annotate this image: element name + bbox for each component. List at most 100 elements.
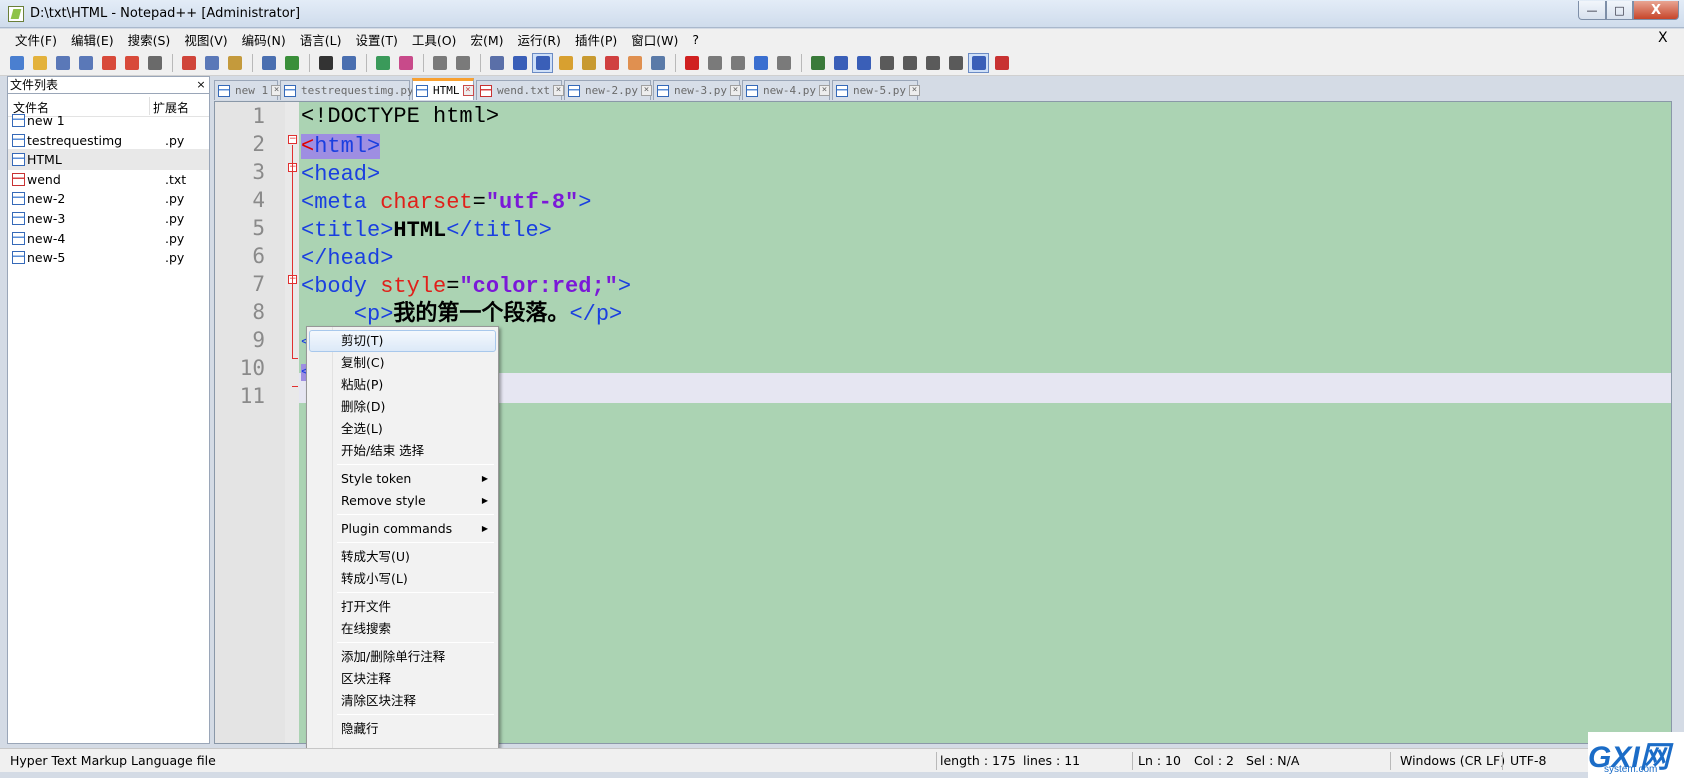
function-list-button[interactable] bbox=[601, 53, 622, 73]
context-menu-item[interactable]: 剪切(T) bbox=[309, 330, 496, 352]
context-menu-item[interactable]: 转成小写(L) bbox=[309, 568, 496, 590]
copy-button[interactable] bbox=[201, 53, 222, 73]
menu-item-1[interactable]: 编辑(E) bbox=[64, 30, 121, 49]
context-menu-item[interactable]: Style token ▶ bbox=[309, 468, 496, 490]
sync-horizontal-button[interactable] bbox=[452, 53, 473, 73]
panel-close-icon[interactable]: × bbox=[194, 77, 208, 93]
context-menu-item[interactable]: Remove style ▶ bbox=[309, 490, 496, 512]
context-menu-item[interactable]: 区块注释 bbox=[309, 668, 496, 690]
close-document-button[interactable]: X bbox=[1658, 30, 1668, 46]
save-macro-button[interactable] bbox=[773, 53, 794, 73]
play-macro-button[interactable] bbox=[727, 53, 748, 73]
cut-button[interactable] bbox=[178, 53, 199, 73]
file-list-item[interactable]: wend .txt bbox=[8, 169, 209, 190]
tab-4[interactable]: new-2.py × bbox=[564, 80, 652, 100]
menu-item-11[interactable]: 窗口(W) bbox=[624, 30, 685, 49]
udl-button[interactable] bbox=[555, 53, 576, 73]
paste-button[interactable] bbox=[224, 53, 245, 73]
doc-map-button[interactable] bbox=[578, 53, 599, 73]
plugin-e-button[interactable] bbox=[945, 53, 966, 73]
context-menu-item[interactable]: 打开文件 bbox=[309, 596, 496, 618]
zoom-in-button[interactable] bbox=[372, 53, 393, 73]
close-all-button[interactable] bbox=[121, 53, 142, 73]
context-menu-item[interactable]: 复制(C) bbox=[309, 352, 496, 374]
context-menu-item[interactable]: 全选(L) bbox=[309, 418, 496, 440]
tab-close-icon[interactable]: × bbox=[908, 85, 920, 96]
menu-item-6[interactable]: 设置(T) bbox=[348, 30, 404, 49]
spell-check-button[interactable] bbox=[991, 53, 1012, 73]
replace-button[interactable] bbox=[338, 53, 359, 73]
undo-button[interactable] bbox=[258, 53, 279, 73]
tab-close-icon[interactable]: × bbox=[462, 85, 474, 96]
menu-item-0[interactable]: 文件(F) bbox=[8, 30, 64, 49]
context-menu-item[interactable]: Plugin commands ▶ bbox=[309, 518, 496, 540]
context-menu-item[interactable]: 添加/删除单行注释 bbox=[309, 646, 496, 668]
menu-item-7[interactable]: 工具(O) bbox=[405, 30, 464, 49]
context-menu-item[interactable]: 开始/结束 选择 bbox=[309, 440, 496, 462]
stop-record-button[interactable] bbox=[704, 53, 725, 73]
redo-button[interactable] bbox=[281, 53, 302, 73]
context-menu-item[interactable]: 转成大写(U) bbox=[309, 546, 496, 568]
tab-2[interactable]: HTML × bbox=[412, 78, 474, 100]
context-menu-item[interactable]: 在线搜索 bbox=[309, 618, 496, 640]
tab-close-icon[interactable]: × bbox=[640, 85, 652, 96]
menu-item-3[interactable]: 视图(V) bbox=[177, 30, 234, 49]
new-file-button[interactable] bbox=[6, 53, 27, 73]
print-button[interactable] bbox=[144, 53, 165, 73]
tab-3[interactable]: wend.txt × bbox=[476, 80, 564, 100]
word-wrap-button[interactable] bbox=[486, 53, 507, 73]
plugin-down-button[interactable] bbox=[922, 53, 943, 73]
tab-close-icon[interactable]: × bbox=[552, 85, 564, 96]
menu-item-12[interactable]: ? bbox=[685, 32, 706, 47]
show-all-chars-button[interactable] bbox=[509, 53, 530, 73]
indent-guide-button[interactable] bbox=[532, 52, 553, 73]
plugin-a-button[interactable] bbox=[807, 53, 828, 73]
close-window-button[interactable]: X bbox=[1633, 1, 1679, 20]
maximize-button[interactable]: □ bbox=[1606, 1, 1633, 20]
status-encoding[interactable]: UTF-8 bbox=[1510, 753, 1546, 768]
tab-0[interactable]: new 1 × bbox=[214, 80, 283, 100]
tab-close-icon[interactable]: × bbox=[818, 85, 830, 96]
sync-vertical-button[interactable] bbox=[429, 53, 450, 73]
save-all-button[interactable] bbox=[75, 53, 96, 73]
plugin-d-button[interactable] bbox=[876, 53, 897, 73]
minimize-button[interactable]: — bbox=[1578, 1, 1606, 20]
zoom-out-button[interactable] bbox=[395, 53, 416, 73]
run-macro-multiple-button[interactable] bbox=[750, 53, 771, 73]
menu-item-9[interactable]: 运行(R) bbox=[510, 30, 567, 49]
record-macro-button[interactable] bbox=[681, 53, 702, 73]
status-eol-format[interactable]: Windows (CR LF) bbox=[1400, 753, 1505, 768]
monitoring-button[interactable] bbox=[647, 53, 668, 73]
file-list-item[interactable]: new-3 .py bbox=[8, 208, 209, 229]
tab-7[interactable]: new-5.py × bbox=[832, 80, 920, 100]
plugin-b-button[interactable] bbox=[830, 53, 851, 73]
file-list-item[interactable]: new-4 .py bbox=[8, 228, 209, 249]
context-menu-item[interactable]: 清除区块注释 bbox=[309, 690, 496, 712]
plugin-up-button[interactable] bbox=[899, 53, 920, 73]
context-menu-item[interactable]: 粘贴(P) bbox=[309, 374, 496, 396]
save-button[interactable] bbox=[52, 53, 73, 73]
find-button[interactable] bbox=[315, 53, 336, 73]
tab-6[interactable]: new-4.py × bbox=[742, 80, 830, 100]
file-list-item[interactable]: new-2 .py bbox=[8, 188, 209, 209]
menu-item-8[interactable]: 宏(M) bbox=[463, 30, 510, 49]
file-list-item[interactable]: HTML bbox=[8, 149, 209, 171]
file-list-item[interactable]: testrequestimg .py bbox=[8, 130, 209, 151]
menu-item-10[interactable]: 插件(P) bbox=[568, 30, 624, 49]
tab-1[interactable]: testrequestimg.py× bbox=[280, 80, 428, 100]
context-menu-item[interactable]: 删除(D) bbox=[309, 396, 496, 418]
plugin-f-button[interactable] bbox=[968, 52, 989, 73]
context-menu-item[interactable]: 隐藏行 bbox=[309, 718, 496, 740]
fold-toggle-icon[interactable]: − bbox=[288, 135, 297, 144]
tab-5[interactable]: new-3.py × bbox=[653, 80, 741, 100]
open-file-button[interactable] bbox=[29, 53, 50, 73]
file-list-item[interactable]: new 1 bbox=[8, 110, 209, 131]
close-button[interactable] bbox=[98, 53, 119, 73]
menu-item-5[interactable]: 语言(L) bbox=[293, 30, 349, 49]
tab-close-icon[interactable]: × bbox=[729, 85, 741, 96]
folder-workspace-button[interactable] bbox=[624, 53, 645, 73]
menu-item-4[interactable]: 编码(N) bbox=[235, 30, 293, 49]
file-list-item[interactable]: new-5 .py bbox=[8, 247, 209, 268]
menu-item-2[interactable]: 搜索(S) bbox=[121, 30, 178, 49]
plugin-c-button[interactable] bbox=[853, 53, 874, 73]
